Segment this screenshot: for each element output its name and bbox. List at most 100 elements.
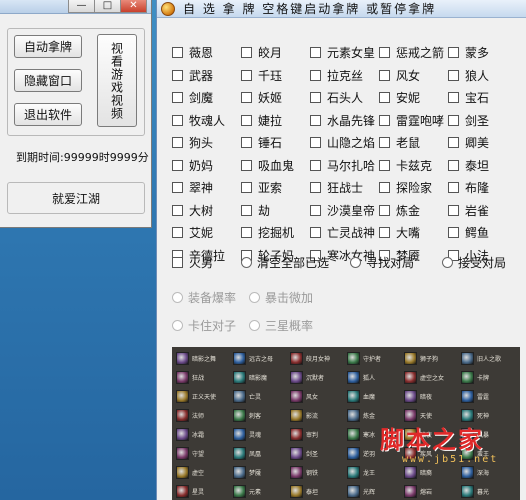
clear-all-radio[interactable]: 清空全部已选 bbox=[241, 254, 329, 271]
card-checkbox[interactable]: 千珏 bbox=[241, 67, 282, 84]
close-button[interactable]: ✕ bbox=[120, 0, 147, 13]
card-checkbox[interactable]: 宝石 bbox=[448, 89, 489, 106]
card-checkbox[interactable]: 牧魂人 bbox=[172, 112, 225, 129]
card-checkbox[interactable]: 亚索 bbox=[241, 179, 282, 196]
card-checkbox[interactable]: 劫 bbox=[241, 202, 270, 219]
checkbox-icon[interactable] bbox=[448, 182, 459, 193]
card-checkbox[interactable]: 元素女皇 bbox=[310, 44, 375, 61]
checkbox-icon[interactable] bbox=[310, 160, 321, 171]
card-checkbox[interactable]: 卡兹克 bbox=[379, 157, 432, 174]
checkbox-icon[interactable] bbox=[379, 160, 390, 171]
card-checkbox[interactable]: 艾妮 bbox=[172, 224, 213, 241]
maximize-button[interactable]: □ bbox=[94, 0, 121, 13]
find-match-radio[interactable]: 寻找对局 bbox=[350, 254, 414, 271]
card-checkbox[interactable]: 水晶先锋 bbox=[310, 112, 375, 129]
checkbox-icon[interactable] bbox=[448, 70, 459, 81]
checkbox-icon[interactable] bbox=[448, 92, 459, 103]
card-checkbox[interactable]: 妖姬 bbox=[241, 89, 282, 106]
card-checkbox[interactable]: 翠神 bbox=[172, 179, 213, 196]
checkbox-icon[interactable] bbox=[310, 182, 321, 193]
checkbox-icon[interactable] bbox=[310, 137, 321, 148]
hide-window-button[interactable]: 隐藏窗口 bbox=[14, 69, 82, 92]
three-star-option[interactable]: 三星概率 bbox=[249, 317, 313, 334]
card-checkbox[interactable]: 风女 bbox=[379, 67, 420, 84]
card-checkbox[interactable]: 吸血鬼 bbox=[241, 157, 294, 174]
checkbox-icon[interactable] bbox=[310, 92, 321, 103]
checkbox-icon[interactable] bbox=[241, 205, 252, 216]
card-checkbox[interactable]: 老鼠 bbox=[379, 134, 420, 151]
checkbox-icon[interactable] bbox=[172, 115, 183, 126]
checkbox-icon[interactable] bbox=[448, 160, 459, 171]
checkbox-icon[interactable] bbox=[310, 227, 321, 238]
checkbox-icon[interactable] bbox=[241, 182, 252, 193]
card-checkbox[interactable]: 狼人 bbox=[448, 67, 489, 84]
checkbox-icon[interactable] bbox=[241, 70, 252, 81]
radio-icon[interactable] bbox=[350, 257, 361, 268]
checkbox-icon[interactable] bbox=[241, 137, 252, 148]
card-checkbox[interactable]: 剑魔 bbox=[172, 89, 213, 106]
radio-icon[interactable] bbox=[442, 257, 453, 268]
checkbox-icon[interactable] bbox=[172, 92, 183, 103]
checkbox-icon[interactable] bbox=[448, 115, 459, 126]
card-checkbox[interactable]: 炼金 bbox=[379, 202, 420, 219]
checkbox-icon[interactable] bbox=[241, 160, 252, 171]
card-checkbox[interactable]: 锤石 bbox=[241, 134, 282, 151]
checkbox-icon[interactable] bbox=[379, 205, 390, 216]
radio-icon[interactable] bbox=[249, 320, 260, 331]
checkbox-icon[interactable] bbox=[310, 115, 321, 126]
checkbox-icon[interactable] bbox=[310, 205, 321, 216]
card-checkbox[interactable]: 亡灵战神 bbox=[310, 224, 375, 241]
card-checkbox[interactable]: 安妮 bbox=[379, 89, 420, 106]
card-checkbox[interactable]: 剑圣 bbox=[448, 112, 489, 129]
checkbox-icon[interactable] bbox=[172, 47, 183, 58]
card-checkbox[interactable]: 沙漠皇帝 bbox=[310, 202, 375, 219]
card-checkbox[interactable]: 惩戒之箭 bbox=[379, 44, 444, 61]
card-checkbox[interactable]: 布隆 bbox=[448, 179, 489, 196]
card-checkbox[interactable]: 探险家 bbox=[379, 179, 432, 196]
equip-drop-option[interactable]: 装备爆率 bbox=[172, 289, 236, 306]
checkbox-icon[interactable] bbox=[379, 47, 390, 58]
card-checkbox[interactable]: 泰坦 bbox=[448, 157, 489, 174]
checkbox-icon[interactable] bbox=[379, 115, 390, 126]
card-checkbox[interactable]: 挖掘机 bbox=[241, 224, 294, 241]
card-checkbox[interactable]: 鳄鱼 bbox=[448, 224, 489, 241]
checkbox-icon[interactable] bbox=[172, 182, 183, 193]
checkbox-icon[interactable] bbox=[379, 137, 390, 148]
checkbox-icon[interactable] bbox=[310, 47, 321, 58]
card-checkbox[interactable]: 卿美 bbox=[448, 134, 489, 151]
card-checkbox[interactable]: 蒙多 bbox=[448, 44, 489, 61]
radio-icon[interactable] bbox=[249, 292, 260, 303]
card-checkbox[interactable]: 火男 bbox=[172, 254, 213, 271]
radio-icon[interactable] bbox=[241, 257, 252, 268]
checkbox-icon[interactable] bbox=[172, 137, 183, 148]
checkbox-icon[interactable] bbox=[241, 92, 252, 103]
crit-boost-option[interactable]: 暴击微加 bbox=[249, 289, 313, 306]
checkbox-icon[interactable] bbox=[448, 47, 459, 58]
checkbox-icon[interactable] bbox=[379, 70, 390, 81]
accept-match-radio[interactable]: 接受对局 bbox=[442, 254, 506, 271]
checkbox-icon[interactable] bbox=[172, 160, 183, 171]
checkbox-icon[interactable] bbox=[172, 70, 183, 81]
checkbox-icon[interactable] bbox=[448, 227, 459, 238]
checkbox-icon[interactable] bbox=[241, 115, 252, 126]
stuck-pair-option[interactable]: 卡住对子 bbox=[172, 317, 236, 334]
card-checkbox[interactable]: 奶妈 bbox=[172, 157, 213, 174]
card-checkbox[interactable]: 狂战士 bbox=[310, 179, 363, 196]
checkbox-icon[interactable] bbox=[379, 182, 390, 193]
card-checkbox[interactable]: 大树 bbox=[172, 202, 213, 219]
checkbox-icon[interactable] bbox=[172, 257, 183, 268]
checkbox-icon[interactable] bbox=[379, 227, 390, 238]
minimize-button[interactable]: — bbox=[68, 0, 95, 13]
exit-button[interactable]: 退出软件 bbox=[14, 103, 82, 126]
checkbox-icon[interactable] bbox=[310, 70, 321, 81]
card-checkbox[interactable]: 婕拉 bbox=[241, 112, 282, 129]
card-checkbox[interactable]: 石头人 bbox=[310, 89, 363, 106]
checkbox-icon[interactable] bbox=[448, 137, 459, 148]
checkbox-icon[interactable] bbox=[448, 205, 459, 216]
card-checkbox[interactable]: 薇恩 bbox=[172, 44, 213, 61]
checkbox-icon[interactable] bbox=[379, 92, 390, 103]
checkbox-icon[interactable] bbox=[172, 227, 183, 238]
card-checkbox[interactable]: 大嘴 bbox=[379, 224, 420, 241]
card-checkbox[interactable]: 岩雀 bbox=[448, 202, 489, 219]
radio-icon[interactable] bbox=[172, 292, 183, 303]
